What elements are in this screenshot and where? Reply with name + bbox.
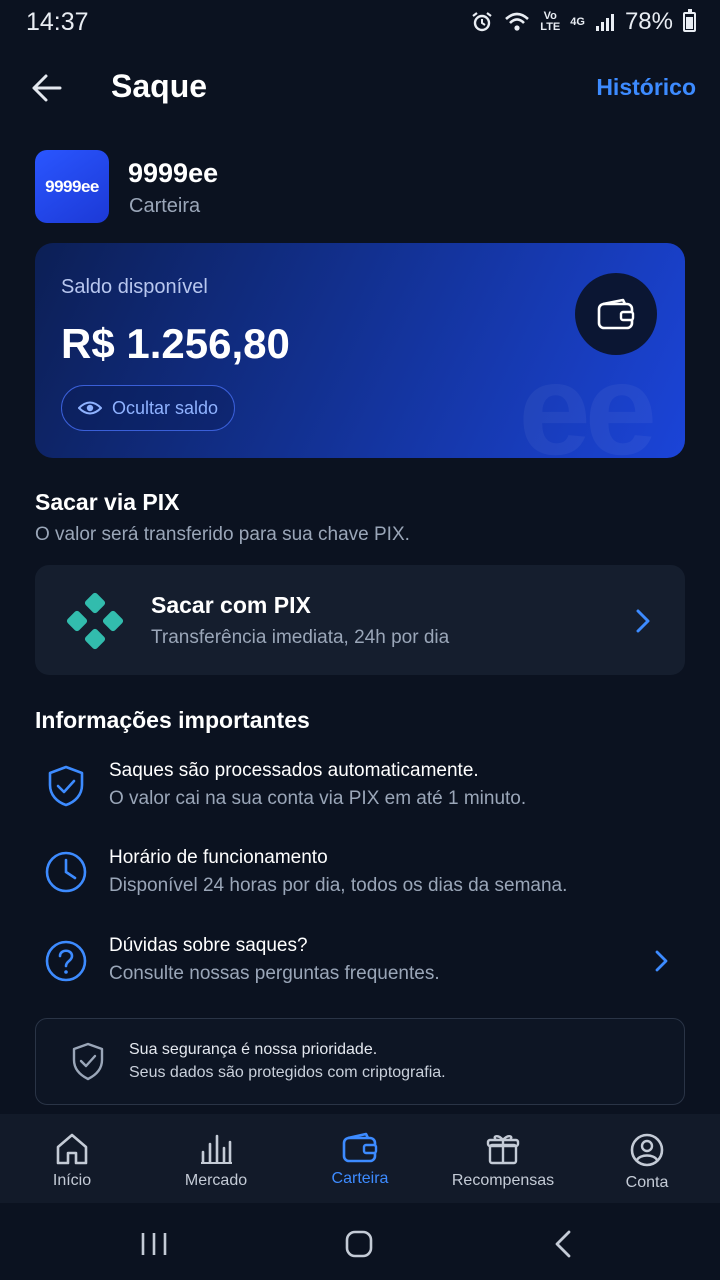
bottom-nav: Início Mercado Carteira Recompensas Cont… — [0, 1114, 720, 1203]
info-item-subtitle: O valor cai na sua conta via PIX em até … — [109, 788, 527, 809]
volte-indicator: Vo LTE — [540, 10, 561, 33]
chart-icon — [201, 1134, 232, 1164]
wallet-icon — [597, 298, 635, 330]
info-item-subtitle: Disponível 24 horas por dia, todos os di… — [109, 875, 568, 896]
info-item-hours — [44, 850, 88, 899]
nav-label: Recompensas — [451, 1172, 555, 1189]
alarm-icon — [472, 12, 492, 32]
balance-card: ee Saldo disponível R$ 1.256,80 Ocultar … — [35, 243, 685, 458]
signal-icon — [595, 14, 614, 31]
question-icon — [45, 940, 87, 982]
wallet-subtitle: Carteira — [129, 195, 201, 217]
pix-withdraw-option[interactable]: Sacar com PIX Transferência imediata, 24… — [35, 565, 685, 675]
recent-apps-icon[interactable] — [139, 1231, 169, 1257]
page-title: Saque — [111, 68, 208, 104]
chevron-right-icon — [655, 950, 668, 972]
status-bar: 14:37 Vo LTE 4G 78% — [0, 0, 720, 44]
shield-check-icon — [48, 765, 84, 807]
pix-section-subtitle: O valor será transferido para sua chave … — [35, 524, 410, 545]
battery-icon — [683, 9, 696, 32]
pix-option-title: Sacar com PIX — [151, 592, 311, 618]
info-item-auto-processing — [44, 764, 88, 813]
wallet-icon — [342, 1132, 378, 1163]
info-item-subtitle: Consulte nossas perguntas frequentes. — [109, 963, 440, 984]
hide-balance-button[interactable]: Ocultar saldo — [61, 385, 236, 431]
balance-label: Saldo disponível — [61, 276, 208, 298]
info-section-title: Informações importantes — [35, 707, 310, 733]
wallet-name: 9999ee — [128, 158, 219, 188]
eye-icon — [78, 401, 102, 415]
nav-item-conta[interactable]: Conta — [575, 1114, 719, 1203]
nav-label: Conta — [625, 1174, 669, 1191]
security-subtitle: Seus dados são protegidos com criptograf… — [129, 1064, 446, 1081]
shield-check-icon — [72, 1042, 104, 1081]
wifi-icon — [505, 12, 530, 31]
nav-item-carteira[interactable]: Carteira — [288, 1114, 432, 1203]
pix-icon — [66, 592, 124, 650]
security-title: Sua segurança é nossa prioridade. — [129, 1041, 378, 1058]
wallet-badge — [575, 273, 657, 355]
status-time: 14:37 — [26, 8, 89, 36]
system-back-icon[interactable] — [552, 1229, 574, 1259]
nav-label: Início — [52, 1172, 92, 1189]
info-item-title: Horário de funcionamento — [109, 847, 328, 868]
back-button[interactable] — [28, 68, 72, 108]
arrow-left-icon — [32, 74, 62, 102]
nav-label: Carteira — [331, 1170, 389, 1187]
home-icon — [56, 1133, 88, 1165]
status-icons: Vo LTE 4G 78% — [470, 8, 696, 36]
info-item-title: Dúvidas sobre saques? — [109, 935, 308, 956]
system-nav-bar — [0, 1203, 720, 1280]
faq-link-row[interactable]: Dúvidas sobre saques? Consulte nossas pe… — [0, 924, 720, 998]
nav-item-recompensas[interactable]: Recompensas — [431, 1114, 575, 1203]
balance-value: R$ 1.256,80 — [61, 320, 290, 367]
info-item-title: Saques são processados automaticamente. — [109, 760, 479, 781]
gift-icon — [486, 1135, 520, 1165]
brand-watermark: ee — [518, 336, 657, 458]
nav-item-mercado[interactable]: Mercado — [144, 1114, 288, 1203]
home-button-icon[interactable] — [344, 1229, 374, 1259]
nav-item-inicio[interactable]: Início — [0, 1114, 144, 1203]
network-type: 4G — [570, 15, 585, 28]
clock-icon — [45, 851, 87, 893]
pix-option-subtitle: Transferência imediata, 24h por dia — [151, 627, 450, 648]
chevron-right-icon — [636, 609, 650, 633]
history-link[interactable]: Histórico — [596, 74, 696, 101]
pix-section-title: Sacar via PIX — [35, 489, 180, 515]
battery-percent: 78% — [624, 8, 673, 35]
security-notice: Sua segurança é nossa prioridade. Seus d… — [35, 1018, 685, 1105]
wallet-logo: 9999ee — [35, 150, 109, 223]
nav-label: Mercado — [184, 1172, 248, 1189]
user-icon — [630, 1133, 664, 1167]
hide-balance-label: Ocultar saldo — [112, 397, 219, 418]
